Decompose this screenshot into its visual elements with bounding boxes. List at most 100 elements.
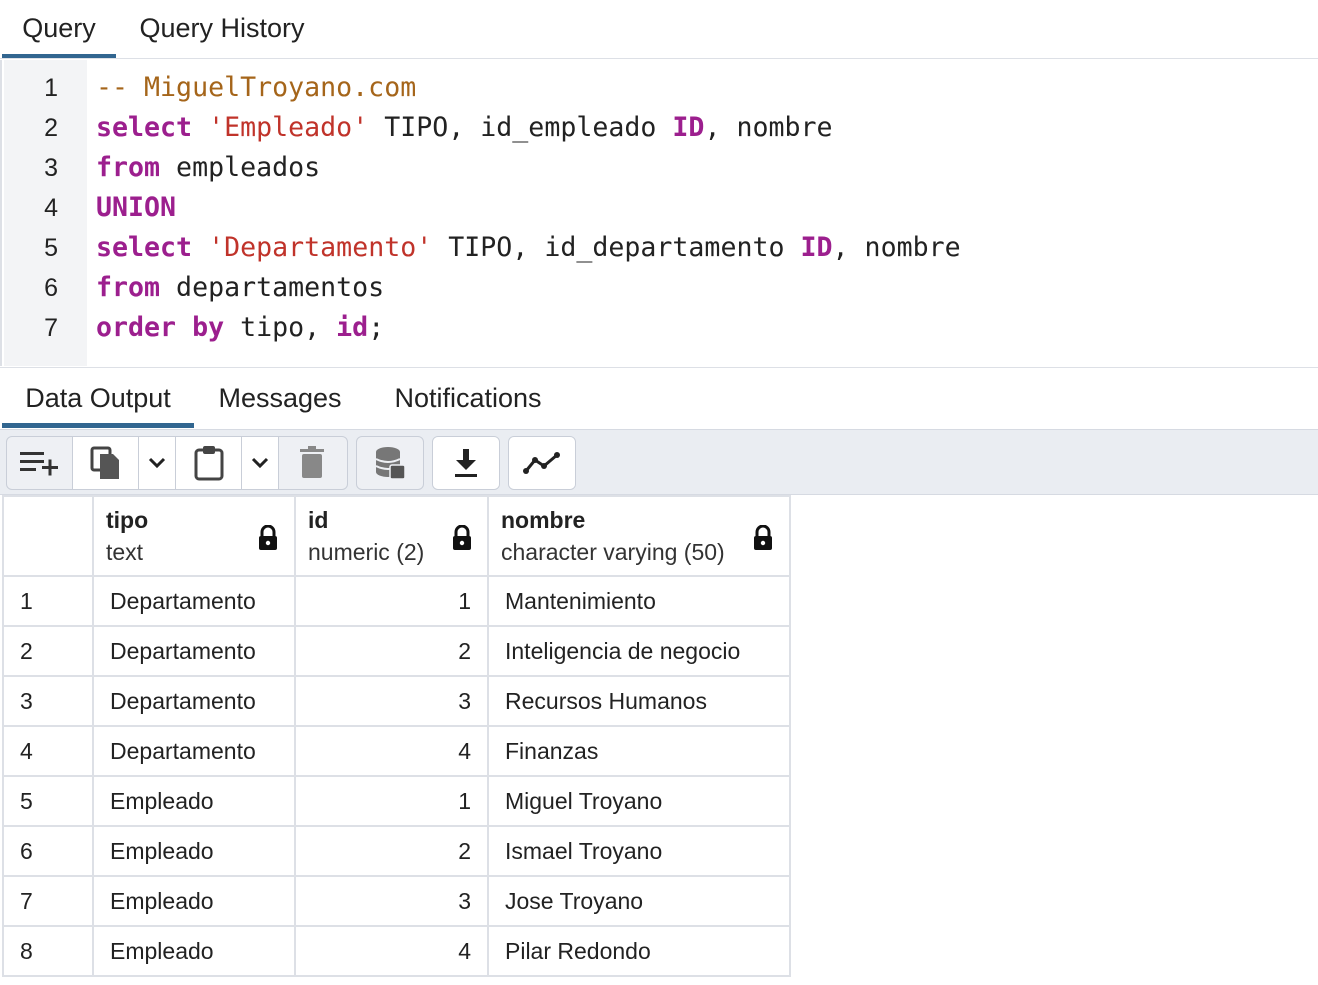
download-group bbox=[432, 436, 500, 490]
cell-id[interactable]: 3 bbox=[294, 675, 489, 727]
cell-id[interactable]: 3 bbox=[294, 875, 489, 927]
cell-tipo[interactable]: Empleado bbox=[92, 825, 296, 877]
copy-button[interactable] bbox=[73, 437, 139, 489]
cell-tipo[interactable]: Departamento bbox=[92, 725, 296, 777]
cell-id[interactable]: 4 bbox=[294, 725, 489, 777]
cell-id[interactable]: 1 bbox=[294, 775, 489, 827]
cell-tipo[interactable]: Empleado bbox=[92, 925, 296, 977]
cell-id[interactable]: 2 bbox=[294, 825, 489, 877]
cell-nombre[interactable]: Miguel Troyano bbox=[487, 775, 791, 827]
cell-nombre[interactable]: Mantenimiento bbox=[487, 575, 791, 627]
cell-nombre[interactable]: Pilar Redondo bbox=[487, 925, 791, 977]
code-line[interactable]: select 'Departamento' TIPO, id_departame… bbox=[96, 228, 961, 268]
cell-tipo[interactable]: Departamento bbox=[92, 625, 296, 677]
line-number: 1 bbox=[44, 74, 58, 102]
code-line[interactable]: -- MiguelTroyano.com bbox=[96, 68, 416, 108]
code-token: TIPO, id_empleado bbox=[368, 112, 673, 143]
cell-nombre[interactable]: Finanzas bbox=[487, 725, 791, 777]
code-token: 'Departamento' bbox=[208, 232, 433, 263]
code-token: from bbox=[96, 152, 161, 183]
download-button[interactable] bbox=[433, 437, 499, 489]
paste-icon bbox=[194, 446, 223, 481]
sql-editor[interactable]: 1 2 3 4 5 6 7 -- MiguelTroyano.com select… bbox=[0, 60, 1318, 366]
delete-icon bbox=[300, 446, 324, 478]
cell-tipo[interactable]: Empleado bbox=[92, 775, 296, 827]
paste-options-dropdown[interactable] bbox=[242, 437, 279, 489]
cell-tipo[interactable]: Departamento bbox=[92, 675, 296, 727]
column-header-id[interactable]: id numeric (2) bbox=[294, 495, 489, 577]
grid-body: 1 Departamento 1 Mantenimiento 2 Departamento… bbox=[2, 575, 791, 977]
tab-messages[interactable]: Messages bbox=[200, 368, 360, 428]
code-line[interactable]: order by tipo, id; bbox=[96, 308, 384, 348]
delete-button[interactable] bbox=[279, 437, 345, 489]
graph-visualiser-button[interactable] bbox=[509, 437, 575, 489]
line-number: 3 bbox=[44, 154, 58, 182]
table-row[interactable]: 3 Departamento 3 Recursos Humanos bbox=[2, 675, 791, 727]
column-type: text bbox=[106, 539, 144, 565]
code-token: 'Empleado' bbox=[208, 112, 369, 143]
cell-nombre[interactable]: Ismael Troyano bbox=[487, 825, 791, 877]
copy-options-dropdown[interactable] bbox=[139, 437, 176, 489]
cell-nombre[interactable]: Jose Troyano bbox=[487, 875, 791, 927]
tab-query[interactable]: Query bbox=[2, 0, 116, 58]
row-number-cell[interactable]: 1 bbox=[2, 575, 94, 627]
tab-query-history[interactable]: Query History bbox=[124, 0, 320, 58]
line-number: 4 bbox=[44, 194, 58, 222]
paste-button[interactable] bbox=[176, 437, 242, 489]
row-number-cell[interactable]: 6 bbox=[2, 825, 94, 877]
row-number-cell[interactable]: 3 bbox=[2, 675, 94, 727]
table-row[interactable]: 7 Empleado 3 Jose Troyano bbox=[2, 875, 791, 927]
cell-nombre[interactable]: Inteligencia de negocio bbox=[487, 625, 791, 677]
data-toolbar bbox=[0, 429, 1318, 495]
row-number-cell[interactable]: 5 bbox=[2, 775, 94, 827]
column-header-nombre[interactable]: nombre character varying (50) bbox=[487, 495, 791, 577]
code-line[interactable]: select 'Empleado' TIPO, id_empleado ID, … bbox=[96, 108, 833, 148]
code-token: select bbox=[96, 232, 193, 263]
column-name: id bbox=[308, 507, 329, 533]
table-row[interactable]: 5 Empleado 1 Miguel Troyano bbox=[2, 775, 791, 827]
cell-id[interactable]: 1 bbox=[294, 575, 489, 627]
row-number-cell[interactable]: 7 bbox=[2, 875, 94, 927]
code-token: -- MiguelTroyano.com bbox=[96, 72, 417, 103]
code-token: ID bbox=[800, 232, 833, 263]
chevron-down-icon bbox=[251, 457, 269, 469]
column-name: tipo bbox=[106, 507, 149, 533]
result-grid: tipo text id numeric (2) nombre characte… bbox=[2, 495, 791, 977]
code-line[interactable]: UNION bbox=[96, 188, 176, 228]
table-row[interactable]: 6 Empleado 2 Ismael Troyano bbox=[2, 825, 791, 877]
row-number-cell[interactable]: 4 bbox=[2, 725, 94, 777]
lock-icon bbox=[259, 525, 277, 550]
line-number: 2 bbox=[44, 114, 58, 142]
code-token: UNION bbox=[96, 192, 177, 223]
code-token: select bbox=[96, 112, 193, 143]
table-row[interactable]: 2 Departamento 2 Inteligencia de negocio bbox=[2, 625, 791, 677]
code-token: ID bbox=[672, 112, 705, 143]
code-token: order by bbox=[96, 312, 225, 343]
row-number-cell[interactable]: 8 bbox=[2, 925, 94, 977]
column-header-tipo[interactable]: tipo text bbox=[92, 495, 296, 577]
lock-icon bbox=[453, 525, 471, 550]
line-number: 5 bbox=[44, 234, 58, 262]
table-row[interactable]: 4 Departamento 4 Finanzas bbox=[2, 725, 791, 777]
edit-button-group bbox=[6, 436, 348, 490]
cell-id[interactable]: 2 bbox=[294, 625, 489, 677]
add-row-button[interactable] bbox=[7, 437, 73, 489]
code-token: ; bbox=[368, 312, 385, 343]
table-row[interactable]: 8 Empleado 4 Pilar Redondo bbox=[2, 925, 791, 977]
code-line[interactable]: from departamentos bbox=[96, 268, 384, 308]
tab-data-output[interactable]: Data Output bbox=[2, 368, 194, 428]
grid-corner[interactable] bbox=[2, 495, 94, 577]
row-number-cell[interactable]: 2 bbox=[2, 625, 94, 677]
save-data-button[interactable] bbox=[357, 437, 423, 489]
code-line[interactable]: from empleados bbox=[96, 148, 320, 188]
cell-tipo[interactable]: Empleado bbox=[92, 875, 296, 927]
download-icon bbox=[455, 449, 477, 477]
add-row-icon bbox=[19, 452, 58, 476]
table-row[interactable]: 1 Departamento 1 Mantenimiento bbox=[2, 575, 791, 627]
code-token: departamentos bbox=[160, 272, 385, 303]
tab-notifications[interactable]: Notifications bbox=[372, 368, 564, 428]
cell-id[interactable]: 4 bbox=[294, 925, 489, 977]
cell-nombre[interactable]: Recursos Humanos bbox=[487, 675, 791, 727]
cell-tipo[interactable]: Departamento bbox=[92, 575, 296, 627]
